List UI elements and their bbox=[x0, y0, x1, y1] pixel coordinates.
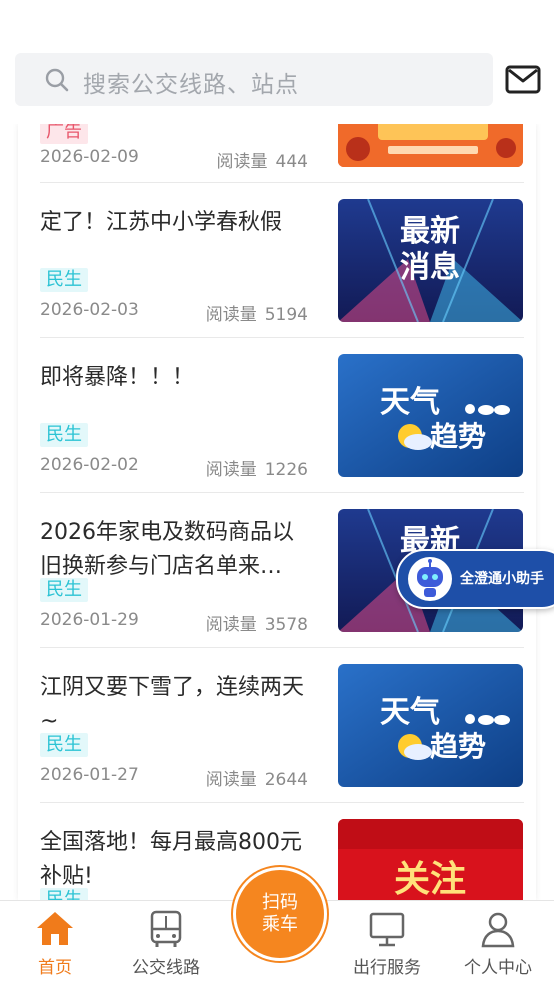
thumb-text: 最新 bbox=[400, 214, 460, 249]
news-item[interactable]: 广告 2026-02-09 阅读量 444 bbox=[40, 124, 524, 183]
read-count: 阅读量 1226 bbox=[205, 460, 308, 480]
assistant-button[interactable]: 全澄通小助手 bbox=[396, 549, 554, 609]
thumb-text: 趋势 bbox=[430, 420, 486, 453]
news-date: 2026-01-27 bbox=[40, 765, 139, 785]
news-thumbnail: 最新 消息 bbox=[338, 199, 523, 322]
search-bar[interactable]: 搜索公交线路、站点 bbox=[15, 53, 493, 106]
scan-to-ride-button[interactable]: 扫码 乘车 bbox=[233, 867, 327, 961]
news-feed: 广告 2026-02-09 阅读量 444 定了！江苏中小学春秋假 民生 2026… bbox=[18, 124, 536, 900]
news-title: 即将暴降！！！ bbox=[40, 365, 195, 390]
news-date: 2026-02-09 bbox=[40, 147, 139, 167]
news-thumbnail bbox=[338, 124, 523, 167]
tab-home[interactable]: 首页 bbox=[0, 901, 110, 985]
news-item[interactable]: 定了！江苏中小学春秋假 民生 2026-02-03 阅读量 5194 最新 消息 bbox=[40, 182, 524, 338]
tab-travel-services[interactable]: 出行服务 bbox=[332, 901, 442, 985]
search-placeholder: 搜索公交线路、站点 bbox=[83, 72, 299, 98]
category-tag: 民生 bbox=[40, 268, 88, 292]
search-icon bbox=[45, 68, 69, 92]
header: 搜索公交线路、站点 bbox=[0, 0, 554, 124]
read-count: 阅读量 3578 bbox=[205, 615, 308, 635]
category-tag: 民生 bbox=[40, 423, 88, 447]
scan-label-line2: 乘车 bbox=[262, 914, 298, 935]
ad-tag: 广告 bbox=[40, 124, 88, 144]
news-title: 定了！江苏中小学春秋假 bbox=[40, 210, 283, 235]
tab-label: 公交线路 bbox=[132, 958, 200, 978]
category-tag: 民生 bbox=[40, 578, 88, 602]
news-item[interactable]: 即将暴降！！！ 民生 2026-02-02 阅读量 1226 天气 趋势 bbox=[40, 337, 524, 493]
robot-icon bbox=[408, 557, 452, 601]
category-tag: 民生 bbox=[40, 888, 88, 900]
tab-label: 出行服务 bbox=[353, 958, 421, 978]
monitor-icon bbox=[369, 912, 405, 947]
tab-label: 首页 bbox=[38, 958, 72, 978]
read-count: 阅读量 444 bbox=[216, 152, 308, 172]
thumb-text: 趋势 bbox=[430, 730, 486, 763]
news-title: 2026年家电及数码商品以旧换新参与门店名单来… bbox=[40, 520, 294, 579]
news-date: 2026-02-03 bbox=[40, 300, 139, 320]
mail-icon[interactable] bbox=[505, 64, 541, 96]
news-thumbnail: 天气 趋势 bbox=[338, 664, 523, 787]
tab-profile[interactable]: 个人中心 bbox=[443, 901, 553, 985]
user-icon bbox=[481, 912, 515, 948]
bus-icon bbox=[150, 910, 182, 947]
thumb-text: 消息 bbox=[400, 250, 460, 285]
news-title: 江阴又要下雪了，连续两天~ bbox=[40, 675, 305, 734]
read-count: 阅读量 2644 bbox=[205, 770, 308, 790]
home-icon bbox=[37, 912, 73, 945]
read-count: 阅读量 5194 bbox=[205, 305, 308, 325]
news-date: 2026-02-02 bbox=[40, 455, 139, 475]
scan-label-line1: 扫码 bbox=[262, 892, 298, 913]
assistant-label: 全澄通小助手 bbox=[460, 571, 544, 587]
thumb-text: 天气 bbox=[380, 385, 440, 420]
news-thumbnail: 天气 趋势 bbox=[338, 354, 523, 477]
news-item[interactable]: 江阴又要下雪了，连续两天~ 民生 2026-01-27 阅读量 2644 天气 趋… bbox=[40, 647, 524, 803]
thumb-text: 关注 bbox=[394, 859, 466, 900]
news-date: 2026-01-29 bbox=[40, 610, 139, 630]
category-tag: 民生 bbox=[40, 733, 88, 757]
news-thumbnail: 关注 bbox=[338, 819, 523, 900]
thumb-text: 天气 bbox=[380, 695, 440, 730]
tab-label: 个人中心 bbox=[464, 958, 532, 978]
tab-bus-lines[interactable]: 公交线路 bbox=[111, 901, 221, 985]
